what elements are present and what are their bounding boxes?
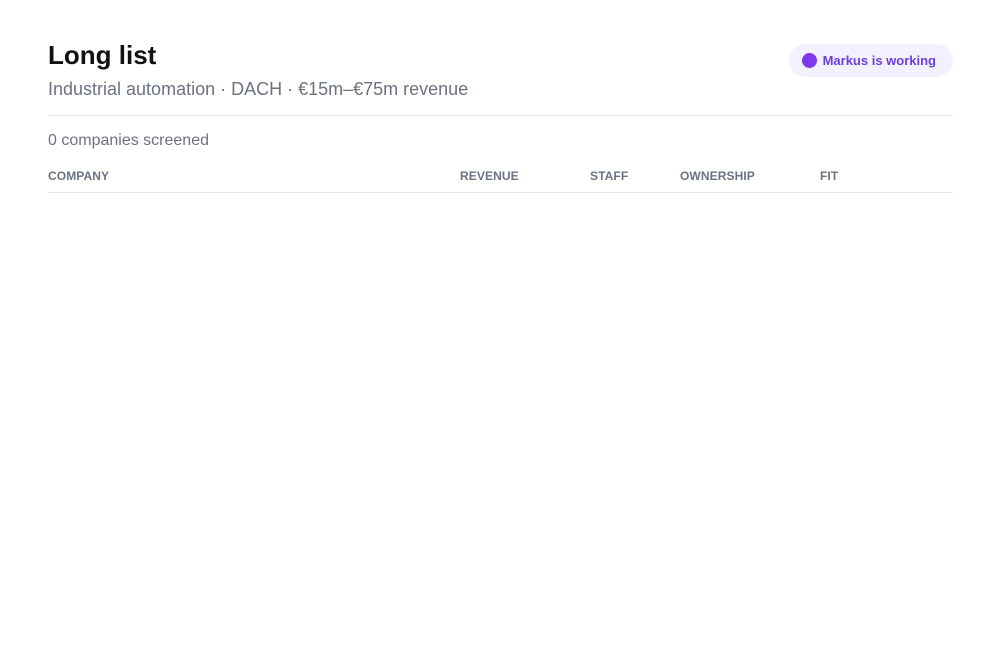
companies-table-body: [48, 193, 953, 660]
column-header-fit[interactable]: FIT: [820, 169, 838, 183]
agent-status-badge: Markus is working: [788, 44, 953, 77]
page-subtitle: Industrial automation · DACH · €15m–€75m…: [48, 79, 469, 99]
page-title: Long list: [48, 40, 157, 70]
page-header: Long list Industrial automation · DACH ·…: [48, 0, 953, 116]
status-dot-icon: [801, 53, 817, 68]
column-header-company[interactable]: COMPANY: [48, 169, 109, 183]
companies-screened-count: 0 companies screened: [48, 132, 209, 149]
agent-status-text: Markus is working: [822, 53, 936, 68]
table-header-row: COMPANY REVENUE STAFF OWNERSHIP FIT: [48, 166, 953, 193]
column-header-staff[interactable]: STAFF: [590, 169, 628, 183]
column-header-ownership[interactable]: OWNERSHIP: [680, 169, 755, 183]
column-header-revenue[interactable]: REVENUE: [460, 169, 519, 183]
